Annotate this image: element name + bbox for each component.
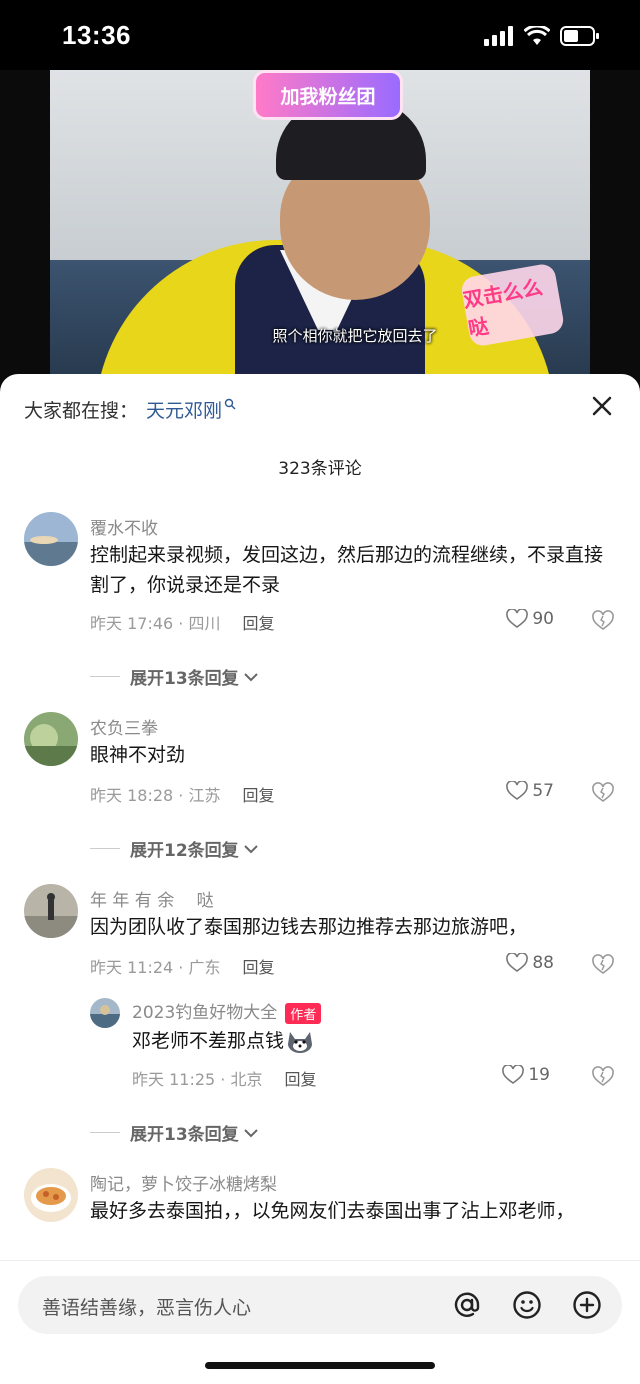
comment-sheet: 大家都在搜： 天元邓刚 323条评论 覆水不收 控制起来录视频，发回这边，然后那边… (0, 374, 640, 1384)
avatar[interactable] (24, 712, 78, 766)
home-indicator[interactable] (205, 1362, 435, 1369)
comment-input[interactable]: 善语结善缘，恶言伤人心 (18, 1276, 622, 1334)
reply-text[interactable]: 邓老师不差那点钱 (132, 1026, 612, 1056)
expand-replies-label: 展开13条回复 (130, 1125, 239, 1145)
comment-username[interactable]: 覆水不收 (90, 514, 158, 539)
emoji-icon[interactable] (512, 1290, 542, 1320)
avatar[interactable] (24, 884, 78, 938)
video-subtitle: 照个相你就把它放回去了 (272, 327, 438, 345)
expand-replies-button[interactable]: 展开13条回复 (90, 1120, 259, 1145)
chevron-down-icon (243, 1128, 258, 1137)
status-icons (484, 24, 600, 48)
expand-replies-button[interactable]: 展开12条回复 (90, 836, 259, 861)
trending-search-term[interactable]: 天元邓刚 (146, 400, 222, 422)
comment-text[interactable]: 最好多去泰国拍，，以免网友们去泰国出事了沾上邓老师， (90, 1196, 620, 1226)
comment-text[interactable]: 控制起来录视频，发回这边，然后那边的流程继续，不录直接割了，你说录还是不录 (90, 540, 620, 600)
like-button[interactable]: 57 (506, 781, 554, 801)
like-count: 88 (532, 953, 554, 973)
search-icon (224, 398, 236, 410)
comment-text[interactable]: 眼神不对劲 (90, 740, 620, 770)
like-button[interactable]: 19 (502, 1065, 550, 1085)
wifi-icon (524, 26, 550, 45)
reply-button[interactable]: 回复 (242, 786, 274, 805)
status-time: 13:36 (62, 20, 131, 50)
chevron-down-icon (243, 672, 258, 681)
heart-icon (502, 1065, 525, 1084)
divider (90, 676, 120, 677)
status-bar: 13:36 (0, 0, 640, 70)
reply-username-text[interactable]: 2023钓鱼好物大全 (132, 1003, 277, 1023)
like-count: 19 (528, 1065, 550, 1085)
reply-button[interactable]: 回复 (242, 958, 274, 977)
comment-text[interactable]: 因为团队收了泰国那边钱去那边推荐去那边旅游吧， (90, 912, 620, 942)
chevron-down-icon (243, 844, 258, 853)
battery-icon (560, 26, 599, 46)
broken-heart-icon[interactable] (592, 610, 614, 632)
like-button[interactable]: 88 (506, 953, 554, 973)
broken-heart-icon[interactable] (592, 1066, 614, 1088)
divider (90, 1132, 120, 1133)
divider (0, 1260, 640, 1261)
comment-username[interactable]: 农负三拳 (90, 714, 158, 739)
broken-heart-icon[interactable] (592, 954, 614, 976)
heart-icon (506, 609, 529, 628)
reply-button[interactable]: 回复 (284, 1070, 316, 1089)
comment-username[interactable]: 陶记，萝卜饺子冰糖烤梨 (90, 1170, 277, 1195)
comment-username[interactable]: 年 年 有 余 哒 (90, 886, 214, 911)
video-player[interactable]: 加我粉丝团 双击么么哒 照个相你就把它放回去了 (0, 70, 640, 390)
close-icon[interactable] (588, 392, 616, 420)
comment-count: 323条评论 (278, 459, 362, 479)
like-button[interactable]: 90 (506, 609, 554, 629)
expand-replies-label: 展开12条回复 (130, 841, 239, 861)
like-count: 57 (532, 781, 554, 801)
comment-meta: 昨天 17:46 · 四川 回复 (90, 610, 274, 634)
comment-time: 昨天 18:28 · 江苏 (90, 786, 221, 805)
plus-icon[interactable] (572, 1290, 602, 1320)
reply-text-content: 邓老师不差那点钱 (132, 1030, 285, 1052)
reply-time: 昨天 11:25 · 北京 (132, 1070, 263, 1089)
reply-username: 2023钓鱼好物大全 作者 (132, 998, 322, 1024)
fan-club-sticker[interactable]: 加我粉丝团 (253, 70, 403, 120)
comment-time: 昨天 17:46 · 四川 (90, 614, 221, 633)
avatar[interactable] (24, 512, 78, 566)
trending-search: 大家都在搜： 天元邓刚 (24, 396, 236, 423)
husky-emoji-icon (288, 1031, 313, 1053)
reply-button[interactable]: 回复 (242, 614, 274, 633)
at-icon[interactable] (452, 1290, 482, 1320)
comment-meta: 昨天 11:24 · 广东 回复 (90, 954, 274, 978)
divider (90, 848, 120, 849)
signal-icon (484, 26, 513, 46)
comment-time: 昨天 11:24 · 广东 (90, 958, 221, 977)
reply-meta: 昨天 11:25 · 北京 回复 (132, 1066, 316, 1090)
video-frame: 加我粉丝团 双击么么哒 照个相你就把它放回去了 (50, 70, 590, 390)
heart-icon (506, 781, 529, 800)
author-badge: 作者 (285, 1002, 322, 1024)
expand-replies-label: 展开13条回复 (130, 669, 239, 689)
expand-replies-button[interactable]: 展开13条回复 (90, 664, 259, 689)
broken-heart-icon[interactable] (592, 782, 614, 804)
avatar[interactable] (24, 1168, 78, 1222)
avatar[interactable] (90, 998, 120, 1028)
comment-input-placeholder: 善语结善缘，恶言伤人心 (42, 1297, 252, 1319)
trending-search-prefix: 大家都在搜： (24, 400, 139, 422)
heart-icon (506, 953, 529, 972)
comment-meta: 昨天 18:28 · 江苏 回复 (90, 782, 274, 806)
like-count: 90 (532, 609, 554, 629)
